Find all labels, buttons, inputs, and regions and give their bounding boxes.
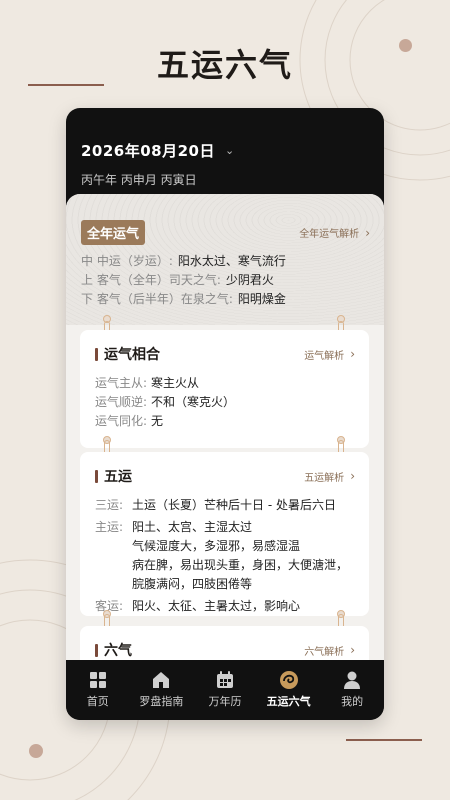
date-header: 2026年08月20日 ⌄ 丙午年 丙申月 丙寅日 (66, 108, 384, 200)
calendar-icon (216, 671, 233, 688)
liuqi-card: 六气 六气解析 › (80, 626, 369, 660)
bottom-tab-bar: 首页 罗盘指南 万年历 五运六气 我的 (66, 660, 384, 720)
annual-badge: 全年运气 (81, 220, 146, 245)
chevron-down-icon: ⌄ (225, 144, 235, 157)
wuyun-analysis-link[interactable]: 五运解析 › (304, 469, 355, 484)
title-bar (95, 347, 98, 361)
yunqi-row: 运气顺逆: 不和（寒克火） (95, 395, 236, 409)
tab-label: 首页 (86, 695, 109, 708)
wuyun-card: 五运 五运解析 › 三运: 土运（长夏）芒种后十日 - 处暑后六日 主运: 阳土、… (80, 452, 369, 616)
tab-compass-guide[interactable]: 罗盘指南 (131, 670, 191, 709)
yunqi-title: 运气相合 (104, 347, 160, 363)
tab-label: 五运六气 (266, 695, 311, 708)
annual-analysis-link[interactable]: 全年运气解析 › (299, 225, 370, 241)
tab-label: 我的 (341, 695, 364, 708)
chevron-right-icon: › (350, 347, 355, 361)
decorative-dot (29, 744, 43, 758)
annual-analysis-label: 全年运气解析 (299, 229, 360, 240)
liuqi-title: 六气 (104, 643, 132, 659)
liuqi-analysis-link[interactable]: 六气解析 › (304, 643, 355, 658)
yunqi-card: 运气相合 运气解析 › 运气主从: 寒主火从 运气顺逆: 不和（寒克火） 运气同化:… (80, 330, 369, 448)
yunqi-row: 运气主从: 寒主火从 (95, 376, 200, 390)
tab-calendar[interactable]: 万年历 (195, 670, 255, 709)
yunqi-analysis-link[interactable]: 运气解析 › (304, 347, 355, 362)
home-icon (153, 672, 170, 688)
decorative-line (346, 739, 422, 741)
yunqi-row: 运气同化: 无 (95, 414, 164, 428)
chevron-right-icon: › (350, 469, 355, 483)
annual-line: 上 客气（全年）司天之气: 少阴君火 (81, 273, 274, 287)
content-panel: 全年运气 全年运气解析 › 中 中运（岁运）: 阳水太过、寒气流行 上 客气（全年… (66, 194, 384, 660)
zhu-yun-line: 脘腹满闷，四肢困倦等 (132, 577, 253, 591)
zhu-yun-line: 病在脾，易出现头重，身困，大便溏泄， (132, 558, 349, 572)
title-bar (95, 469, 98, 483)
wuyun-analysis-label: 五运解析 (304, 472, 345, 484)
zhu-yun-line: 阳土、太宫、主湿太过 (132, 520, 253, 534)
annual-line: 下 客气（后半年）在泉之气: 阳明燥金 (81, 292, 286, 306)
liuqi-analysis-label: 六气解析 (304, 646, 345, 658)
date-text: 2026年08月20日 (81, 142, 215, 160)
tab-label: 罗盘指南 (139, 695, 184, 708)
chevron-right-icon: › (350, 643, 355, 657)
tab-profile[interactable]: 我的 (322, 670, 382, 709)
chevron-right-icon: › (365, 225, 370, 240)
tab-home[interactable]: 首页 (68, 670, 128, 709)
hero-title: 五运六气 (156, 46, 293, 84)
ke-yun-row: 客运: 阳火、太征、主暑太过，影响心 (95, 599, 301, 613)
annual-line: 中 中运（岁运）: 阳水太过、寒气流行 (81, 254, 286, 268)
swirl-icon (279, 671, 298, 689)
title-bar (95, 643, 98, 657)
zhu-yun-row: 主运: 阳土、太宫、主湿太过 气候湿度大，多湿邪，易感湿温 病在脾，易出现头重，… (95, 518, 355, 594)
tab-wuyun-liuqi[interactable]: 五运六气 (259, 670, 319, 709)
person-icon (344, 671, 361, 689)
phone-screen: 2026年08月20日 ⌄ 丙午年 丙申月 丙寅日 全年运气 全年运气解析 › … (66, 108, 384, 720)
yunqi-analysis-label: 运气解析 (304, 350, 345, 362)
wuyun-title: 五运 (104, 469, 132, 485)
ganzhi-text: 丙午年 丙申月 丙寅日 (81, 173, 197, 187)
grid-icon (89, 672, 106, 688)
annual-section: 全年运气 全年运气解析 › 中 中运（岁运）: 阳水太过、寒气流行 上 客气（全年… (66, 194, 384, 325)
san-yun-row: 三运: 土运（长夏）芒种后十日 - 处暑后六日 (95, 498, 336, 512)
date-selector[interactable]: 2026年08月20日 ⌄ (81, 140, 368, 161)
tab-label: 万年历 (208, 695, 242, 708)
zhu-yun-line: 气候湿度大，多湿邪，易感湿温 (132, 539, 301, 553)
